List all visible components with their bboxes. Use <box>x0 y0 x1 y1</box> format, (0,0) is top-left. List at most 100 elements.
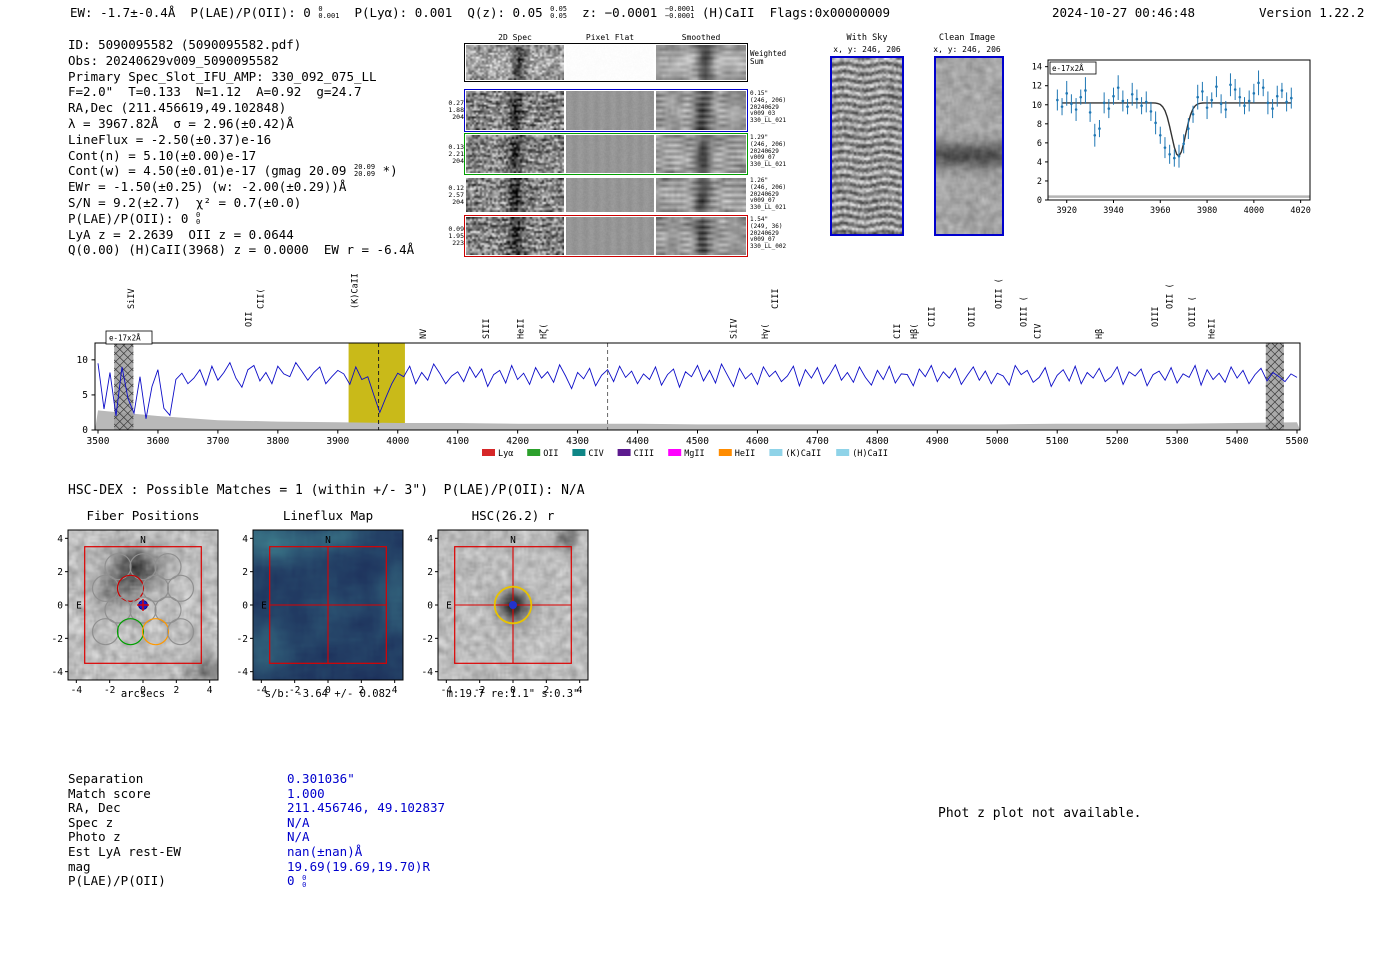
svg-text:-4: -4 <box>422 667 434 678</box>
spec2d-row-right-annotation: 1.26" (246, 206) 20240629 v009_07 330_LL… <box>750 177 787 212</box>
spec2d-row2-seg3-image <box>656 91 746 130</box>
svg-text:0: 0 <box>1037 196 1042 206</box>
emission-line-label: Hγ( <box>761 324 771 339</box>
svg-text:0: 0 <box>82 425 88 436</box>
svg-text:4700: 4700 <box>806 436 829 447</box>
svg-text:4: 4 <box>242 534 248 545</box>
legend-label: MgII <box>684 449 704 459</box>
summary-z: z: −0.0001 <box>567 5 665 20</box>
withsky-title: With Sky <box>846 33 888 43</box>
spec2d-row2-seg1-image <box>466 91 564 130</box>
row-value: 211.456746, 49.102837 <box>287 800 446 816</box>
svg-text:4300: 4300 <box>566 436 589 447</box>
emission-line-label: OIII ( <box>1188 296 1198 327</box>
withsky-xy: x, y: 246, 206 <box>833 45 901 54</box>
match-table: Separation 0.301036" Match score 1.000 RA,… <box>68 771 445 889</box>
table-row: Match score 1.000 <box>68 786 445 802</box>
table-row: Spec z N/A <box>68 815 445 831</box>
spec2d-row-right-annotation: 1.54" (249, 36) 20240629 v009_07 330_LL_… <box>750 216 787 251</box>
emission-line-label: SiIV <box>127 289 137 309</box>
spec2d-row3-seg3-image <box>656 135 746 173</box>
full-spectrum-plot: 3500 3600 3700 3800 3900 4000 4100 4200 4300 4400… <box>77 273 1309 459</box>
spec2d-row-left-stats: 0.09 1.95 223 <box>448 224 464 247</box>
sub-value: 0 <box>302 880 307 889</box>
emission-line-label: CIV <box>1033 324 1043 339</box>
svg-text:12: 12 <box>1032 82 1042 92</box>
emission-line-label: HeII <box>1207 319 1217 339</box>
info-line: Cont(n) = 5.10(±0.00)e-17 <box>68 147 257 163</box>
row-value: 19.69(19.69,19.70)R <box>287 858 430 874</box>
col-header-smoothed: Smoothed <box>681 33 721 42</box>
spec2d-row5-seg2-image <box>566 217 654 255</box>
table-row: RA, Dec 211.456746, 49.102837 <box>68 801 445 816</box>
svg-text:5500: 5500 <box>1286 436 1309 447</box>
svg-text:10: 10 <box>1032 101 1042 111</box>
plae-error-stack: 00 <box>302 875 306 889</box>
fiber-positions-xlabel: arcsecs <box>120 688 166 700</box>
svg-text:5200: 5200 <box>1106 436 1129 447</box>
summary-class-flags: (H)CaII Flags:0x00000009 <box>694 5 891 20</box>
row-label: P(LAE)/P(OII) <box>68 873 166 889</box>
header-right: 2024-10-27 00:46:48 Version 1.22.2 <box>1052 5 1364 20</box>
spec2d-row-right-annotation: Weighted Sum <box>750 49 787 66</box>
z-error-stack: −0.0001 −0.0001 <box>665 6 695 20</box>
spec2d-row-left-stats: 0.27 1.88 204 <box>448 99 464 121</box>
svg-text:5100: 5100 <box>1046 436 1069 447</box>
svg-text:4100: 4100 <box>446 436 469 447</box>
emission-line-label: CII <box>893 324 903 339</box>
summary-header: EW: -1.7±-0.4Å P(LAE)/P(OII): 0 0 0.001 P… <box>70 5 890 20</box>
clean-xy: x, y: 246, 206 <box>933 45 1001 54</box>
qz-error-stack: 0.05 0.05 <box>550 6 567 20</box>
spec2d-row-right-annotation: 0.15" (246, 206) 20240629 v009_03 330_LL… <box>750 90 787 125</box>
sub-value: 0.05 <box>550 11 568 20</box>
svg-text:3600: 3600 <box>147 436 170 447</box>
row-value: N/A <box>287 829 310 845</box>
svg-text:2: 2 <box>1037 177 1042 187</box>
svg-text:4800: 4800 <box>866 436 889 447</box>
clean-image <box>936 58 1002 234</box>
row-label: RA, Dec <box>68 800 121 816</box>
svg-text:4000: 4000 <box>1244 206 1264 216</box>
emission-line-label: Hζ( <box>539 324 549 339</box>
hsc-dex-line: HSC-DEX : Possible Matches = 1 (within +… <box>68 483 585 498</box>
svg-text:3980: 3980 <box>1197 206 1217 216</box>
info-line: EWr = -1.50(±0.25) (w: -2.00(±0.29))Å <box>68 179 347 195</box>
emission-line-label: (K)CaII <box>351 273 361 309</box>
info-line: S/N = 9.2(±2.7) χ² = 0.7(±0.0) <box>68 194 302 210</box>
svg-text:2: 2 <box>427 567 433 578</box>
emission-line-label: CII( <box>257 289 267 309</box>
svg-text:4000: 4000 <box>386 436 409 447</box>
svg-text:3800: 3800 <box>266 436 289 447</box>
info-line: LineFlux = -2.50(±0.37)e-16 <box>68 131 272 147</box>
table-row: mag 19.69(19.69,19.70)R <box>68 858 445 875</box>
error-stack: 20.09 20.09 <box>353 163 376 179</box>
photz-note: Phot z plot not available. <box>938 806 1142 821</box>
svg-text:0: 0 <box>427 601 433 612</box>
svg-text:4020: 4020 <box>1290 206 1310 216</box>
svg-text:3940: 3940 <box>1103 206 1123 216</box>
row-label: Separation <box>68 771 144 786</box>
row-label: mag <box>68 858 91 874</box>
report-datetime: 2024-10-27 00:46:48 <box>1052 5 1195 20</box>
legend-label: OII <box>543 449 558 459</box>
spec2d-row-left-stats: 0.13 2.21 204 <box>448 142 464 165</box>
withsky-image <box>832 58 902 234</box>
row-label: Photo z <box>68 829 121 845</box>
legend-label: (H)CaII <box>852 449 888 459</box>
svg-text:6: 6 <box>1037 139 1042 149</box>
svg-text:4900: 4900 <box>926 436 949 447</box>
report-version: Version 1.22.2 <box>1259 5 1365 20</box>
legend-label: CIII <box>634 449 654 459</box>
sub-value: 0.001 <box>318 11 340 20</box>
info-line: Primary Spec_Slot_IFU_AMP: 330_092_075_L… <box>68 68 377 84</box>
svg-text:0: 0 <box>57 601 63 612</box>
svg-text:-2: -2 <box>237 634 248 645</box>
table-row: Photo z N/A <box>68 830 445 845</box>
svg-text:4: 4 <box>427 534 433 545</box>
emission-line-label: OIII ( <box>994 278 1004 309</box>
emission-line-label: SIII <box>482 319 492 339</box>
info-line: Obs: 20240629v009_5090095582 <box>68 52 279 68</box>
svg-text:e-17x2Å: e-17x2Å <box>109 334 141 343</box>
svg-text:-4: -4 <box>52 667 64 678</box>
row-value: nan(±nan)Å <box>287 843 363 859</box>
